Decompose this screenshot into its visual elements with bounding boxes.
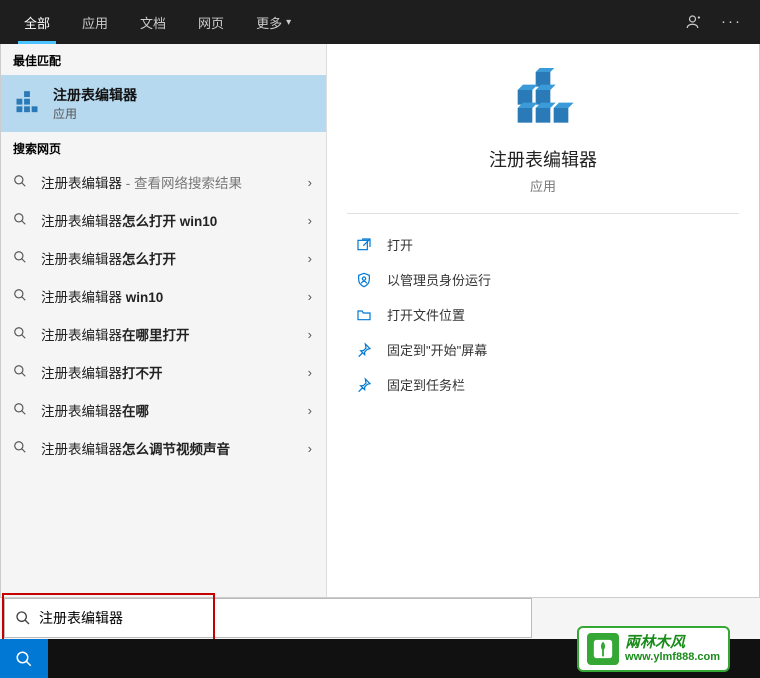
preview-subtitle: 应用	[530, 176, 556, 195]
action-label: 以管理员身份运行	[387, 270, 491, 289]
brand-url: www.ylmf888.com	[625, 651, 720, 663]
tab-label: 应用	[82, 13, 108, 32]
chevron-down-icon: ▾	[286, 17, 291, 28]
search-icon	[13, 250, 29, 266]
web-result-text: 注册表编辑器怎么打开 win10	[41, 210, 217, 230]
web-result-item[interactable]: 注册表编辑器怎么调节视频声音 ›	[1, 429, 326, 467]
tab-all[interactable]: 全部	[8, 0, 66, 44]
search-icon	[13, 402, 29, 418]
chevron-right-icon: ›	[308, 213, 312, 228]
best-match-header: 最佳匹配	[1, 44, 326, 75]
chevron-right-icon: ›	[308, 403, 312, 418]
taskbar-search-button[interactable]	[0, 639, 48, 678]
tab-label: 文档	[140, 13, 166, 32]
tabs-container: 全部 应用 文档 网页 更多 ▾	[8, 0, 307, 44]
web-results-header: 搜索网页	[1, 132, 326, 163]
web-result-text: 注册表编辑器打不开	[41, 362, 163, 382]
search-box[interactable]	[4, 598, 532, 638]
best-match-subtitle: 应用	[53, 105, 137, 122]
web-result-item[interactable]: 注册表编辑器怎么打开 win10 ›	[1, 201, 326, 239]
best-match-item[interactable]: 注册表编辑器 应用	[1, 75, 326, 132]
best-match-text: 注册表编辑器 应用	[53, 85, 137, 122]
web-result-text: 注册表编辑器怎么打开	[41, 248, 176, 268]
web-result-text: 注册表编辑器 - 查看网络搜索结果	[41, 172, 242, 192]
search-icon	[13, 326, 29, 342]
actions-list: 打开 以管理员身份运行 打开文件位置 固定到"开始"屏幕 固定到任务栏	[327, 214, 759, 415]
chevron-right-icon: ›	[308, 289, 312, 304]
preview-panel: 注册表编辑器 应用 打开 以管理员身份运行 打开文件位置 固定到"开始"屏幕	[327, 44, 759, 597]
action-label: 固定到任务栏	[387, 375, 465, 394]
chevron-right-icon: ›	[308, 327, 312, 342]
web-results-list: 注册表编辑器 - 查看网络搜索结果 › 注册表编辑器怎么打开 win10 › 注…	[1, 163, 326, 467]
web-result-item[interactable]: 注册表编辑器在哪里打开 ›	[1, 315, 326, 353]
action-label: 打开	[387, 235, 413, 254]
folder-icon	[355, 307, 373, 323]
tab-web[interactable]: 网页	[182, 0, 240, 44]
watermark-brand: 兩林木风 www.ylmf888.com	[577, 626, 730, 672]
chevron-right-icon: ›	[308, 251, 312, 266]
action-label: 打开文件位置	[387, 305, 465, 324]
web-result-item[interactable]: 注册表编辑器怎么打开 ›	[1, 239, 326, 277]
pin-start-icon	[355, 342, 373, 358]
open-icon	[355, 237, 373, 253]
preview-title: 注册表编辑器	[489, 146, 597, 172]
action-pin-taskbar[interactable]: 固定到任务栏	[347, 368, 739, 401]
action-label: 固定到"开始"屏幕	[387, 340, 487, 359]
web-result-item[interactable]: 注册表编辑器 - 查看网络搜索结果 ›	[1, 163, 326, 201]
search-results-container: 最佳匹配 注册表编辑器 应用 搜索网页 注册表编辑器 - 查看网络搜索结果 › …	[0, 44, 760, 598]
web-result-item[interactable]: 注册表编辑器打不开 ›	[1, 353, 326, 391]
brand-name: 兩林木风	[625, 635, 720, 652]
chevron-right-icon: ›	[308, 175, 312, 190]
web-result-text: 注册表编辑器 win10	[41, 286, 163, 306]
tab-more[interactable]: 更多 ▾	[240, 0, 307, 44]
brand-logo-icon	[587, 633, 619, 665]
search-icon	[13, 212, 29, 228]
web-result-text: 注册表编辑器在哪里打开	[41, 324, 190, 344]
results-left-panel: 最佳匹配 注册表编辑器 应用 搜索网页 注册表编辑器 - 查看网络搜索结果 › …	[1, 44, 327, 597]
topbar-actions: ···	[685, 13, 752, 31]
chevron-right-icon: ›	[308, 365, 312, 380]
web-result-text: 注册表编辑器在哪	[41, 400, 149, 420]
regedit-icon	[13, 90, 41, 118]
pin-taskbar-icon	[355, 377, 373, 393]
more-options-icon[interactable]: ···	[721, 13, 742, 31]
chevron-right-icon: ›	[308, 441, 312, 456]
admin-icon	[355, 272, 373, 288]
web-result-text: 注册表编辑器怎么调节视频声音	[41, 438, 230, 458]
best-match-title: 注册表编辑器	[53, 85, 137, 105]
action-run-admin[interactable]: 以管理员身份运行	[347, 263, 739, 296]
search-icon	[13, 288, 29, 304]
search-icon	[13, 440, 29, 456]
tab-label: 全部	[24, 13, 50, 32]
action-pin-start[interactable]: 固定到"开始"屏幕	[347, 333, 739, 366]
search-icon	[13, 174, 29, 190]
action-open[interactable]: 打开	[347, 228, 739, 261]
regedit-large-icon	[511, 68, 575, 132]
action-open-location[interactable]: 打开文件位置	[347, 298, 739, 331]
tab-apps[interactable]: 应用	[66, 0, 124, 44]
web-result-item[interactable]: 注册表编辑器 win10 ›	[1, 277, 326, 315]
tab-label: 网页	[198, 13, 224, 32]
search-icon	[13, 364, 29, 380]
search-input[interactable]	[39, 610, 521, 626]
web-result-item[interactable]: 注册表编辑器在哪 ›	[1, 391, 326, 429]
top-tabs-bar: 全部 应用 文档 网页 更多 ▾ ···	[0, 0, 760, 44]
search-icon	[15, 610, 31, 626]
bottom-area: 兩林木风 www.ylmf888.com	[0, 598, 760, 678]
tab-docs[interactable]: 文档	[124, 0, 182, 44]
tab-label: 更多	[256, 13, 282, 32]
feedback-icon[interactable]	[685, 13, 703, 31]
preview-header: 注册表编辑器 应用	[347, 44, 739, 214]
brand-text: 兩林木风 www.ylmf888.com	[625, 635, 720, 664]
